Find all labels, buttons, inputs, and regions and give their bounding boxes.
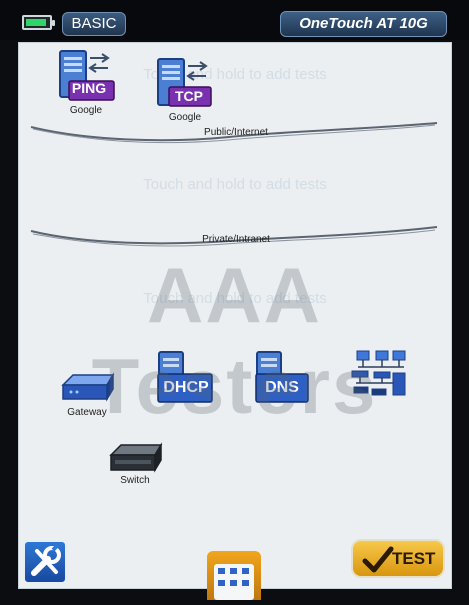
check-icon xyxy=(362,546,394,573)
ping-test-label: Google xyxy=(69,105,103,116)
dhcp-badge: DHCP xyxy=(163,379,209,396)
dns-badge: DNS xyxy=(265,379,299,396)
battery-level xyxy=(26,19,46,26)
mode-button[interactable]: BASIC xyxy=(62,12,126,36)
dns-test-icon[interactable] xyxy=(254,350,314,406)
device-home-button[interactable] xyxy=(207,551,261,600)
test-button[interactable]: TEST xyxy=(351,539,445,578)
test-canvas[interactable]: Touch and hold to add tests Touch and ho… xyxy=(18,42,452,589)
battery-icon xyxy=(22,15,55,30)
public-internet-label: Public/Internet xyxy=(204,127,268,138)
tools-icon xyxy=(31,543,61,576)
device-screen-thumbnail xyxy=(214,564,254,600)
private-intranet-label: Private/Intranet xyxy=(202,234,270,245)
switch-icon[interactable] xyxy=(107,441,165,475)
gateway-label: Gateway xyxy=(67,407,107,418)
tools-button[interactable] xyxy=(23,540,67,584)
test-button-label: TEST xyxy=(392,549,436,568)
product-title: OneTouch AT 10G xyxy=(280,11,447,37)
ping-badge: PING xyxy=(71,80,107,96)
network-discovery-icon[interactable] xyxy=(350,349,410,403)
tcp-badge: TCP xyxy=(175,88,203,104)
add-tests-hint-private: Touch and hold to add tests xyxy=(143,176,327,193)
gateway-icon[interactable] xyxy=(59,369,117,403)
switch-label: Switch xyxy=(120,475,150,486)
add-tests-hint-local: Touch and hold to add tests xyxy=(143,290,327,307)
status-bar: BASIC OneTouch AT 10G xyxy=(0,0,469,40)
dhcp-test-icon[interactable] xyxy=(156,350,216,406)
